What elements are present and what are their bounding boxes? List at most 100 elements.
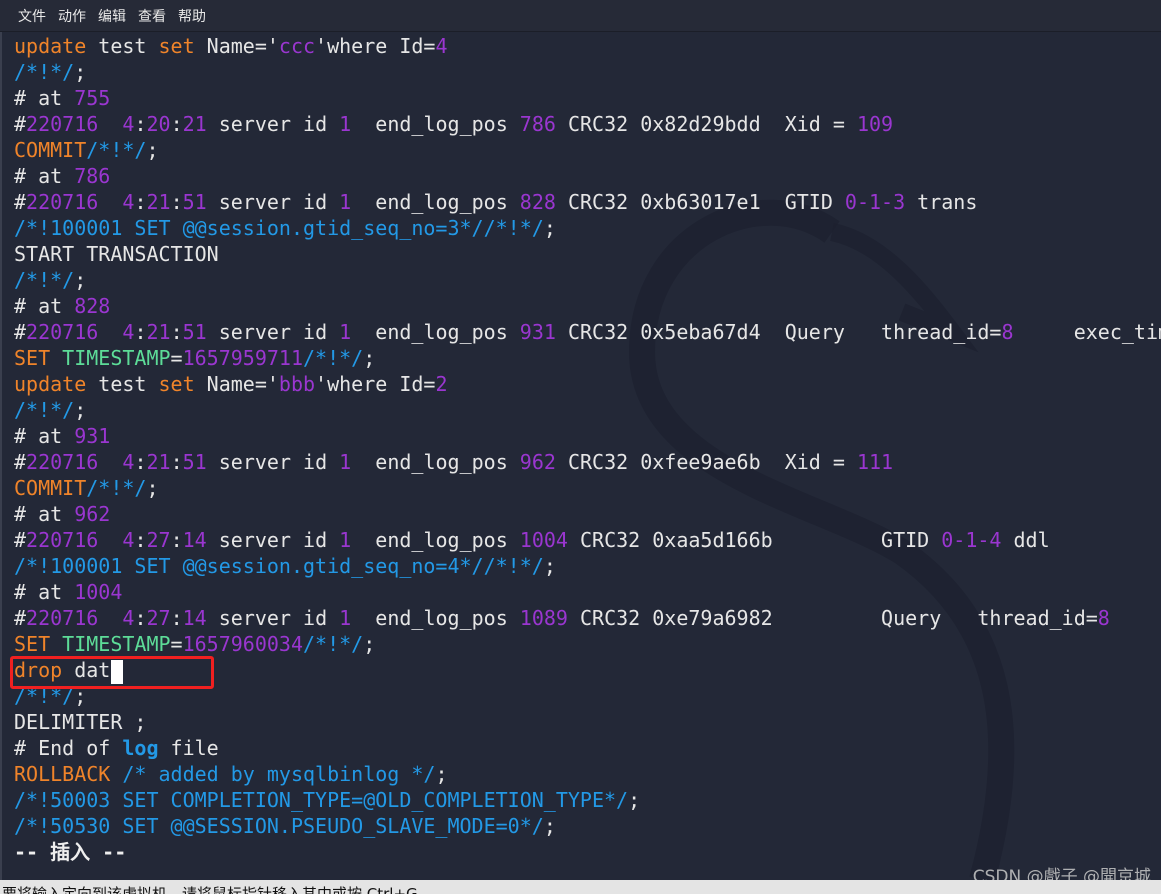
terminal-token: 1004 <box>74 580 123 604</box>
terminal-line: update test set Name='ccc'where Id=4 <box>14 33 1161 59</box>
terminal-line: #220716 4:27:14 server id 1 end_log_pos … <box>14 527 1161 553</box>
terminal-token: /*!*/ <box>86 138 147 162</box>
terminal-output[interactable]: update test set Name='ccc'where Id=4/*!*… <box>0 32 1161 880</box>
terminal-token: Name=' <box>194 34 279 58</box>
terminal-token: 1089 <box>519 606 568 630</box>
terminal-token: : <box>170 606 183 630</box>
menu-help[interactable]: 帮助 <box>178 6 206 26</box>
terminal-token: = <box>170 346 183 370</box>
terminal-token: TIMESTAMP <box>62 346 171 370</box>
terminal-line: /*!*/; <box>14 59 1161 85</box>
terminal-token: bbb <box>278 372 316 396</box>
terminal-token: # at <box>14 424 75 448</box>
menu-view[interactable]: 查看 <box>138 6 166 26</box>
terminal-token: 220716 <box>26 450 99 474</box>
terminal-token: /*!*/ <box>86 476 147 500</box>
terminal-token: ; <box>146 476 159 500</box>
status-bar: 要将输入定向到该虚拟机，请将鼠标指针移入其中或按 Ctrl+G。 <box>0 880 1161 894</box>
terminal-token: 931 <box>519 320 556 344</box>
terminal-token: 14 <box>182 528 207 552</box>
terminal-token: /*!*/ <box>14 60 75 84</box>
terminal-line: SET TIMESTAMP=1657960034/*!*/; <box>14 631 1161 657</box>
terminal-token: 21 <box>182 112 207 136</box>
menu-action[interactable]: 动作 <box>58 6 86 26</box>
terminal-token: test <box>86 34 159 58</box>
terminal-token: 220716 <box>26 528 99 552</box>
terminal-token: /*!50003 SET COMPLETION_TYPE=@OLD_COMPLE… <box>14 788 629 812</box>
terminal-token: 27 <box>146 606 171 630</box>
terminal-token: 828 <box>74 294 111 318</box>
terminal-token: 51 <box>182 190 207 214</box>
menu-file[interactable]: 文件 <box>18 6 46 26</box>
terminal-line: #220716 4:21:51 server id 1 end_log_pos … <box>14 449 1161 475</box>
terminal-token: end_log_pos <box>351 190 520 214</box>
terminal-line: # at 755 <box>14 85 1161 111</box>
terminal-token: 8 <box>1001 320 1014 344</box>
terminal-token: end_log_pos <box>351 606 520 630</box>
menu-edit[interactable]: 编辑 <box>98 6 126 26</box>
terminal-line: COMMIT/*!*/; <box>14 475 1161 501</box>
terminal-token: : <box>170 190 183 214</box>
terminal-line: DELIMITER ; <box>14 709 1161 735</box>
terminal-token: 1657959711 <box>182 346 304 370</box>
terminal-token: ; <box>74 268 87 292</box>
terminal-token: 931 <box>74 424 111 448</box>
terminal-token: /*!*/ <box>303 632 364 656</box>
terminal-token: update <box>14 34 87 58</box>
terminal-token: 220716 <box>26 606 99 630</box>
terminal-token: 27 <box>146 528 171 552</box>
terminal-line: # at 1004 <box>14 579 1161 605</box>
terminal-token: # at <box>14 86 75 110</box>
terminal-token: # <box>14 606 27 630</box>
terminal-token: 962 <box>74 502 111 526</box>
terminal-token: end_log_pos <box>351 320 520 344</box>
terminal-token: 'where Id= <box>315 34 436 58</box>
terminal-token: -- 插入 -- <box>14 840 127 864</box>
terminal-token: ; <box>628 788 641 812</box>
terminal-token: COMMIT <box>14 476 87 500</box>
terminal-token: ; <box>363 632 376 656</box>
terminal-token: 786 <box>519 112 556 136</box>
terminal-token: end_log_pos <box>351 528 520 552</box>
terminal-token: 2 <box>435 372 448 396</box>
terminal-token: = <box>170 632 183 656</box>
terminal-token: 220716 <box>26 320 99 344</box>
terminal-token: ROLLBACK <box>14 762 111 786</box>
terminal-token: ; <box>74 398 87 422</box>
terminal-token: 14 <box>182 606 207 630</box>
terminal-token: : <box>134 320 147 344</box>
terminal-token: 1657960034 <box>182 632 304 656</box>
terminal-token: : <box>134 450 147 474</box>
terminal-token: set <box>158 372 195 396</box>
terminal-token: 1 <box>339 528 352 552</box>
terminal-token: CRC32 0xb63017e1 GTID <box>555 190 845 214</box>
menu-bar: 文件 动作 编辑 查看 帮助 <box>0 0 1161 32</box>
terminal-token: 4 <box>122 320 135 344</box>
terminal-line: START TRANSACTION <box>14 241 1161 267</box>
terminal-token: 1 <box>339 112 352 136</box>
terminal-token: # <box>14 450 27 474</box>
terminal-token: 20 <box>146 112 171 136</box>
terminal-line: /*!100001 SET @@session.gtid_seq_no=4*//… <box>14 553 1161 579</box>
terminal-token: # at <box>14 164 75 188</box>
terminal-token: ; <box>435 762 448 786</box>
terminal-token: 786 <box>74 164 111 188</box>
terminal-token: CRC32 0xaa5d166b GTID <box>567 528 942 552</box>
terminal-token: exec_time <box>1073 320 1161 344</box>
terminal-token: 1004 <box>519 528 568 552</box>
terminal-token: SET <box>14 346 63 370</box>
terminal-line: ROLLBACK /* added by mysqlbinlog */; <box>14 761 1161 787</box>
terminal-token: 828 <box>519 190 556 214</box>
terminal-line: SET TIMESTAMP=1657959711/*!*/; <box>14 345 1161 371</box>
terminal-token: set <box>158 34 195 58</box>
terminal-token: /*!100001 SET @@session.gtid_seq_no=3*//… <box>14 216 544 240</box>
terminal-token: TIMESTAMP <box>62 632 171 656</box>
terminal-token: 1 <box>339 320 352 344</box>
terminal-token: server id <box>206 528 340 552</box>
terminal-token: ccc <box>278 34 316 58</box>
terminal-token: : <box>134 606 147 630</box>
